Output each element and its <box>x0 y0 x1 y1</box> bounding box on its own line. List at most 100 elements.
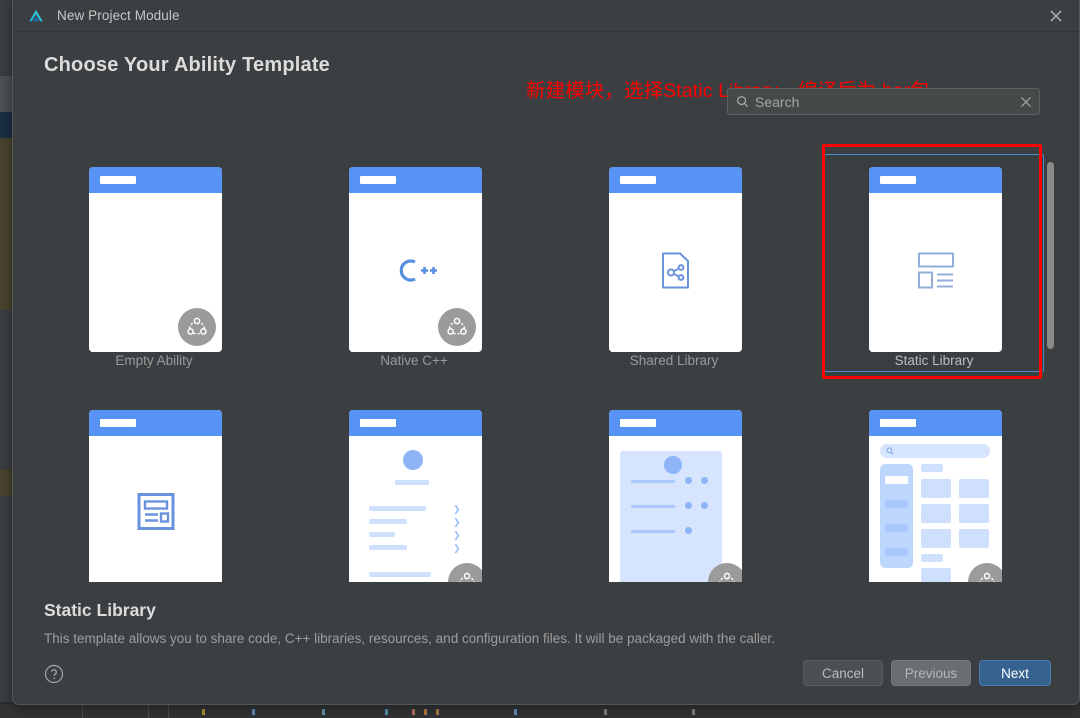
preview-header-bar <box>609 410 742 436</box>
shared-document-icon <box>657 250 695 295</box>
ability-badge-icon <box>438 308 476 346</box>
code-fragment <box>412 709 415 715</box>
static-library-list-icon <box>914 249 958 296</box>
grid-tile-mock <box>921 479 951 498</box>
clear-icon[interactable] <box>1013 89 1039 114</box>
preview-title-bar <box>880 419 916 427</box>
preview-header-bar <box>89 410 222 436</box>
section-title-mock <box>921 464 943 472</box>
section-title-mock <box>921 554 943 562</box>
preview-title-bar <box>620 419 656 427</box>
dialog-footer: Cancel Previous Next <box>13 648 1079 706</box>
close-icon[interactable] <box>1033 0 1079 31</box>
code-fragment <box>604 709 607 715</box>
text-line-mock <box>631 505 675 508</box>
preview-header-bar <box>869 167 1002 193</box>
search-icon <box>886 447 894 455</box>
code-fragment <box>322 709 325 715</box>
chevron-right-icon: ❯ <box>453 543 461 553</box>
help-icon[interactable] <box>44 664 64 684</box>
template-preview <box>349 167 482 352</box>
code-fragment <box>692 709 695 715</box>
cancel-button[interactable]: Cancel <box>803 660 883 686</box>
template-grid: Empty Ability Native C++ Shared Library … <box>44 142 1052 582</box>
code-fragment <box>252 709 255 715</box>
text-line-mock <box>631 480 675 483</box>
grid-tile-mock <box>959 479 989 498</box>
dot-mock <box>701 502 708 509</box>
preview-body <box>869 193 1002 352</box>
search-field[interactable] <box>727 88 1040 115</box>
text-line-mock <box>631 530 675 533</box>
preview-title-bar <box>360 176 396 184</box>
template-preview <box>609 410 742 582</box>
grid-tile-mock <box>921 529 951 548</box>
code-fragment <box>436 709 439 715</box>
preview-title-bar <box>100 419 136 427</box>
preview-body: ❯ ❯ ❯ ❯ <box>349 436 482 582</box>
chevron-right-icon: ❯ <box>453 517 461 527</box>
preview-title-bar <box>620 176 656 184</box>
preview-title-bar <box>100 176 136 184</box>
preview-body <box>609 436 742 582</box>
sidebar-row-mock <box>885 548 908 556</box>
template-preview <box>89 410 222 582</box>
preview-header-bar <box>609 167 742 193</box>
deveco-logo-icon <box>29 9 43 21</box>
chevron-right-icon: ❯ <box>453 504 461 514</box>
preview-header-bar <box>349 410 482 436</box>
list-row-mock <box>369 532 395 537</box>
name-bar-mock <box>395 480 429 485</box>
template-preview <box>869 167 1002 352</box>
search-input[interactable] <box>755 93 1013 110</box>
status-divider <box>168 704 169 718</box>
code-fragment <box>385 709 388 715</box>
grid-tile-mock <box>959 504 989 523</box>
template-preview <box>89 167 222 352</box>
template-label: Shared Library <box>629 353 719 368</box>
sidebar-row-mock <box>885 500 908 508</box>
preview-header-bar <box>869 410 1002 436</box>
template-label: Empty Ability <box>115 353 193 368</box>
preview-body <box>89 436 222 582</box>
code-fragment <box>424 709 427 715</box>
dialog-title: New Project Module <box>57 8 180 23</box>
list-row-mock <box>369 506 426 511</box>
template-preview: ❯ ❯ ❯ ❯ <box>349 410 482 582</box>
grid-tile-mock <box>921 504 951 523</box>
card-layout-icon <box>136 491 176 536</box>
status-divider <box>82 704 83 718</box>
sidebar-row-mock <box>885 524 908 532</box>
scrollbar-thumb[interactable] <box>1047 162 1054 349</box>
template-preview <box>869 410 1002 582</box>
grid-tile-mock <box>959 529 989 548</box>
status-divider <box>148 704 149 718</box>
list-row-mock <box>369 519 407 524</box>
preview-body <box>349 193 482 352</box>
preview-body <box>609 193 742 352</box>
template-grid-scrollbar[interactable] <box>1047 152 1054 582</box>
chevron-right-icon: ❯ <box>453 530 461 540</box>
previous-button[interactable]: Previous <box>891 660 971 686</box>
dot-mock <box>685 477 692 484</box>
dot-mock <box>685 502 692 509</box>
search-icon <box>737 96 749 108</box>
next-button[interactable]: Next <box>979 660 1051 686</box>
avatar-mock <box>403 450 423 470</box>
preview-header-bar <box>349 167 482 193</box>
preview-body <box>869 436 1002 582</box>
preview-title-bar <box>880 176 916 184</box>
list-row-mock <box>369 572 431 577</box>
ability-badge-icon <box>968 563 1002 582</box>
template-label: Native C++ <box>380 353 448 368</box>
dialog-title-bar: New Project Module <box>13 0 1079 32</box>
template-preview <box>609 167 742 352</box>
code-fragment <box>514 709 517 715</box>
preview-title-bar <box>360 419 396 427</box>
code-fragment <box>202 709 205 715</box>
dot-mock <box>701 477 708 484</box>
new-project-module-dialog: New Project Module Choose Your Ability T… <box>12 0 1080 705</box>
ability-badge-icon <box>178 308 216 346</box>
preview-header-bar <box>89 167 222 193</box>
description-text: This template allows you to share code, … <box>44 631 775 646</box>
